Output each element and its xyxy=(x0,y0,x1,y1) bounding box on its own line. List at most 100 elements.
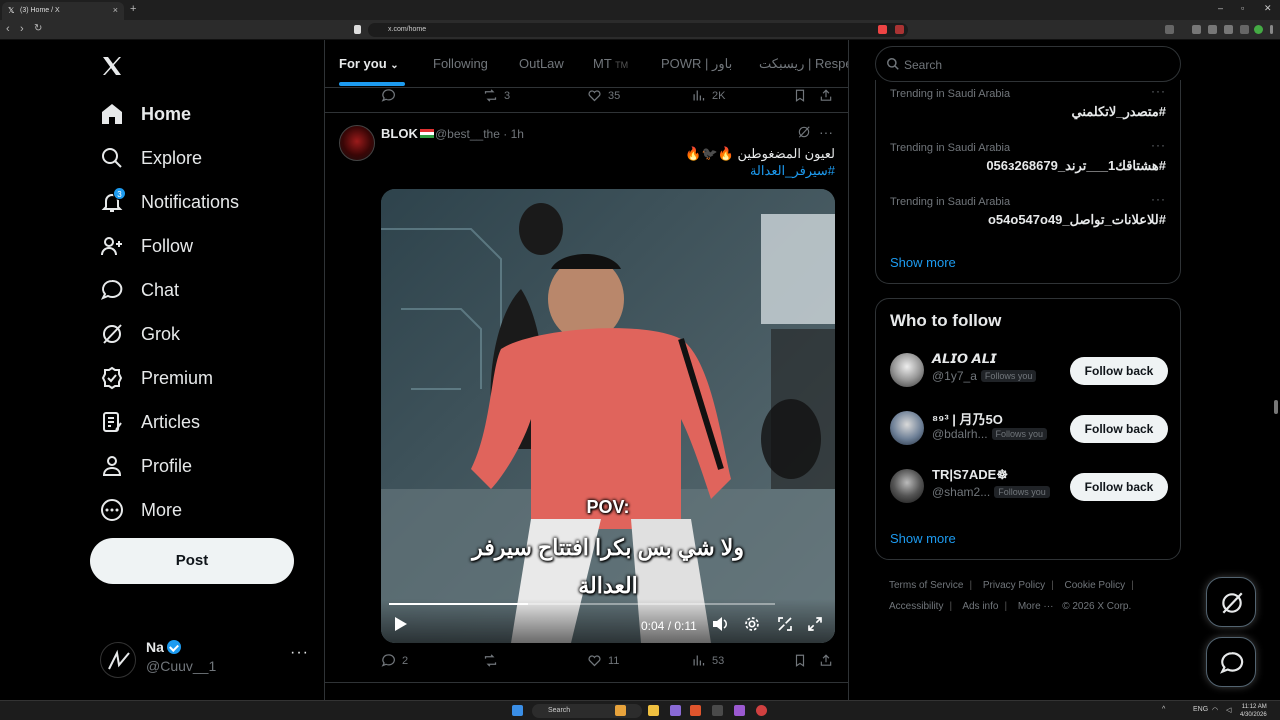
start-icon[interactable] xyxy=(512,705,523,716)
grok-fab-button[interactable] xyxy=(1206,577,1256,627)
tab-close-icon[interactable]: × xyxy=(113,5,118,15)
search-input[interactable]: Search xyxy=(875,46,1181,82)
brave-shield-icon[interactable] xyxy=(878,25,887,34)
menu-icon[interactable] xyxy=(1270,25,1273,34)
video-progress-bar[interactable] xyxy=(389,603,775,605)
maximize-icon[interactable]: ▫ xyxy=(1241,3,1244,13)
brave-icon[interactable] xyxy=(690,705,701,716)
grok-icon[interactable] xyxy=(797,125,811,139)
footer-cookie[interactable]: Cookie Policy xyxy=(1065,580,1126,591)
browser-tab[interactable]: 𝕏 (3) Home / X × xyxy=(2,2,124,20)
bookmark-button[interactable] xyxy=(793,653,813,668)
nav-profile[interactable]: Profile xyxy=(100,446,192,486)
minimize-icon[interactable]: – xyxy=(1218,3,1223,13)
nav-grok[interactable]: Grok xyxy=(100,314,180,354)
footer-privacy[interactable]: Privacy Policy xyxy=(983,580,1045,591)
tab-following[interactable]: Following xyxy=(433,56,488,71)
trend-item[interactable]: Trending in Saudi Arabia #للاعلانات_تواص… xyxy=(890,192,1166,228)
footer-terms[interactable]: Terms of Service xyxy=(889,580,963,591)
wallet-icon[interactable] xyxy=(1224,25,1233,34)
footer-ads-info[interactable]: Ads info xyxy=(962,601,998,612)
trend-item[interactable]: Trending in Saudi Arabia #متصدر_لاتكلمني… xyxy=(890,84,1166,120)
tweet[interactable]: BLOK @best__the · 1h ··· لعيون المضغوطين… xyxy=(325,113,848,700)
forward-icon[interactable]: › xyxy=(20,23,24,35)
brave-rewards-icon[interactable] xyxy=(895,25,904,34)
trend-more-icon[interactable]: ··· xyxy=(1151,192,1166,206)
new-tab-icon[interactable]: + xyxy=(130,3,136,15)
back-icon[interactable]: ‹ xyxy=(6,23,10,35)
bookmark-button[interactable] xyxy=(793,88,813,103)
footer-more[interactable]: More ··· xyxy=(1018,601,1054,612)
nav-explore[interactable]: Explore xyxy=(100,138,202,178)
extensions-icon[interactable] xyxy=(1165,25,1174,34)
video-player[interactable]: POV: ولا شي بس بكرا افتتاح سيرفر العدالة… xyxy=(381,189,835,643)
nav-articles[interactable]: Articles xyxy=(100,402,200,442)
nav-chat[interactable]: Chat xyxy=(100,270,179,310)
x-logo-icon[interactable] xyxy=(100,54,124,78)
nav-notifications[interactable]: 3 Notifications xyxy=(100,182,239,222)
url-field[interactable]: x.com/home xyxy=(368,23,908,37)
repost-button[interactable]: 3 xyxy=(483,88,510,103)
tab-respect[interactable]: ريسبكت | Respe xyxy=(759,56,848,72)
trend-item[interactable]: Trending in Saudi Arabia #هشتاقك1___ترند… xyxy=(890,138,1166,174)
fullscreen-icon[interactable] xyxy=(807,616,823,632)
tweet-author-name[interactable]: BLOK xyxy=(381,126,434,141)
language-indicator[interactable]: ENG xyxy=(1193,706,1208,713)
follow-show-more[interactable]: Show more xyxy=(890,531,956,546)
reply-button[interactable] xyxy=(381,88,402,103)
file-explorer-icon[interactable] xyxy=(648,705,659,716)
profile-icon[interactable] xyxy=(1254,25,1263,34)
nav-premium[interactable]: Premium xyxy=(100,358,213,398)
follow-suggestion[interactable]: 𝘼𝙇𝙄𝙊 𝘼𝙇𝙄 @1y7_a Follows you Follow back xyxy=(890,349,1170,393)
repost-button[interactable] xyxy=(483,653,504,668)
settings-gear-icon[interactable] xyxy=(744,616,760,632)
like-button[interactable]: 35 xyxy=(587,88,620,103)
trend-more-icon[interactable]: ··· xyxy=(1151,138,1166,152)
sidebar-toggle-icon[interactable] xyxy=(1208,25,1217,34)
post-button[interactable]: Post xyxy=(90,538,294,584)
pip-icon[interactable] xyxy=(777,616,793,632)
views-button[interactable]: 2K xyxy=(691,88,725,103)
reload-icon[interactable]: ↻ xyxy=(34,23,42,34)
follow-back-button[interactable]: Follow back xyxy=(1070,415,1168,443)
nav-home[interactable]: Home xyxy=(100,94,191,134)
chat-fab-button[interactable] xyxy=(1206,637,1256,687)
widgets-icon[interactable] xyxy=(615,705,626,716)
tweet-more-icon[interactable]: ··· xyxy=(819,124,833,140)
tab-powr[interactable]: POWR | باور xyxy=(661,56,732,72)
bookmark-icon[interactable] xyxy=(354,25,361,34)
follow-back-button[interactable]: Follow back xyxy=(1070,357,1168,385)
play-icon[interactable] xyxy=(395,617,407,631)
xbox-icon[interactable] xyxy=(712,705,723,716)
tweet-hashtag[interactable]: #سيرفر_العدالة xyxy=(750,163,835,179)
like-button[interactable]: 11 xyxy=(587,653,619,668)
share-button[interactable] xyxy=(819,88,839,103)
nav-follow[interactable]: Follow xyxy=(100,226,193,266)
app-icon[interactable] xyxy=(756,705,767,716)
tab-mt[interactable]: MT TM xyxy=(593,56,628,71)
tray-chevron-icon[interactable]: ^ xyxy=(1162,706,1165,713)
window-close-icon[interactable]: ✕ xyxy=(1264,3,1272,14)
tab-outlaw[interactable]: OutLaw xyxy=(519,56,564,71)
reply-button[interactable]: 2 xyxy=(381,653,408,668)
trends-show-more[interactable]: Show more xyxy=(890,255,956,270)
app-icon[interactable] xyxy=(734,705,745,716)
volume-icon[interactable]: ◁ xyxy=(1226,706,1231,714)
share-button[interactable] xyxy=(819,653,839,668)
nav-more[interactable]: More xyxy=(100,490,182,530)
volume-icon[interactable] xyxy=(713,617,729,631)
vpn-icon[interactable] xyxy=(1240,25,1249,34)
follow-suggestion[interactable]: TR|S7ADE☸ @sham2... Follows you Follow ba… xyxy=(890,465,1170,509)
account-more-icon[interactable]: ··· xyxy=(290,644,309,662)
taskbar-clock[interactable]: 11:12 AM 4/30/2026 xyxy=(1240,703,1267,719)
media-icon[interactable] xyxy=(1192,25,1201,34)
account-switcher[interactable]: Na @Cuuv__1 ··· xyxy=(100,636,310,684)
trend-more-icon[interactable]: ··· xyxy=(1151,84,1166,98)
follow-suggestion[interactable]: ⁸⁹³ | 月乃5O @bdalrh... Follows you Follow … xyxy=(890,407,1170,451)
wifi-icon[interactable]: ◠ xyxy=(1212,706,1218,714)
discord-icon[interactable] xyxy=(670,705,681,716)
tab-for-you[interactable]: For you ⌄ xyxy=(339,56,399,71)
footer-accessibility[interactable]: Accessibility xyxy=(889,601,943,612)
scrollbar[interactable] xyxy=(1274,400,1278,414)
follow-back-button[interactable]: Follow back xyxy=(1070,473,1168,501)
